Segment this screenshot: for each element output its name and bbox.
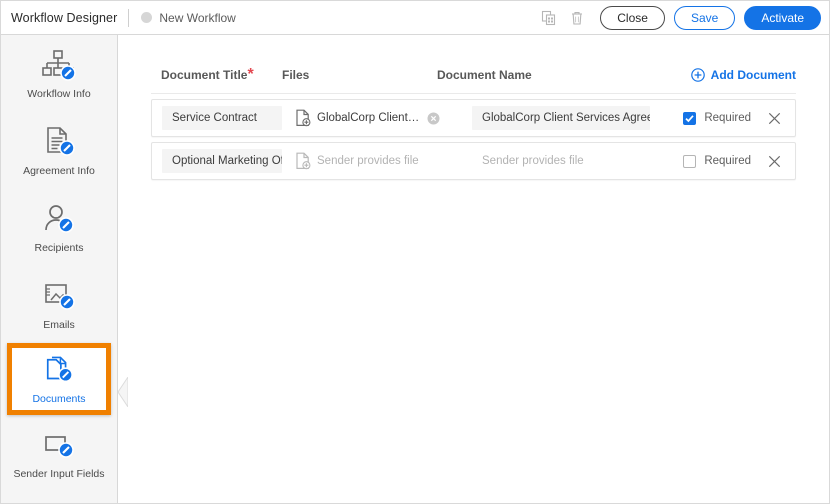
column-header-files: Files: [282, 66, 437, 84]
page-title: Workflow Designer: [11, 10, 118, 25]
sender-input-fields-icon: [42, 427, 76, 461]
sidebar-item-label: Sender Input Fields: [13, 467, 105, 480]
sidebar-item-label: Agreement Info: [23, 164, 95, 177]
document-add-icon[interactable]: [295, 152, 311, 170]
sidebar-item-workflow-info[interactable]: Workflow Info: [1, 35, 117, 112]
column-label: Files: [282, 68, 310, 82]
top-toolbar: Workflow Designer New Workflow Close Sav…: [1, 1, 829, 35]
required-asterisk: *: [247, 66, 254, 83]
add-document-button[interactable]: Add Document: [690, 68, 796, 82]
row-controls: Required: [683, 111, 795, 125]
row-controls: Required: [683, 154, 795, 168]
column-header-document-name: Document Name: [437, 66, 691, 84]
column-label: Document Name: [437, 68, 532, 82]
file-name[interactable]: GlobalCorp Client Servic...: [317, 112, 421, 124]
sidebar-item-recipients[interactable]: Recipients: [1, 189, 117, 266]
sidebar-item-label: Emails: [43, 318, 75, 331]
files-cell: GlobalCorp Client Servic...: [295, 109, 450, 127]
document-name-cell: Sender provides file: [472, 149, 683, 173]
document-title-input[interactable]: Optional Marketing Offer: [162, 149, 282, 173]
trash-icon[interactable]: [566, 7, 588, 29]
required-checkbox[interactable]: [683, 111, 697, 125]
required-checkbox[interactable]: [683, 154, 697, 168]
document-name-input[interactable]: GlobalCorp Client Services Agreement: [472, 106, 650, 130]
add-document-label: Add Document: [710, 68, 796, 82]
sidebar-item-label: Documents: [32, 393, 86, 406]
close-icon[interactable]: [767, 154, 781, 168]
document-name-input[interactable]: Sender provides file: [472, 149, 650, 173]
close-button[interactable]: Close: [600, 5, 665, 30]
sidebar-item-label: Workflow Info: [27, 87, 91, 100]
workflow-name: New Workflow: [159, 10, 236, 25]
required-label: Required: [704, 112, 751, 124]
sidebar-item-emails[interactable]: Emails: [1, 266, 117, 343]
recipients-icon: [42, 201, 76, 235]
header-divider: [128, 8, 130, 27]
add-document-cell: Add Document: [690, 68, 796, 82]
document-name-cell: GlobalCorp Client Services Agreement: [472, 106, 683, 130]
sidebar-item-agreement-info[interactable]: Agreement Info: [1, 112, 117, 189]
workflow-status-dot: [141, 12, 153, 23]
save-button[interactable]: Save: [673, 5, 736, 30]
clear-circle-icon[interactable]: [427, 112, 440, 125]
agreement-info-icon: [42, 124, 76, 158]
plus-circle-icon: [690, 68, 705, 82]
documents-panel: Document Title* Files Document Name Add …: [118, 35, 829, 503]
activate-button[interactable]: Activate: [744, 5, 821, 30]
sidebar-collapse-chevron-left-icon[interactable]: [117, 375, 129, 409]
sidebar-nav: Workflow Info Agreement Info Recipients …: [1, 35, 118, 503]
sidebar-item-label: Recipients: [34, 241, 84, 254]
table-row: Optional Marketing Offer Sender provides…: [151, 142, 796, 180]
file-name-placeholder[interactable]: Sender provides file: [317, 155, 419, 167]
duplicate-icon[interactable]: [538, 7, 560, 29]
document-add-icon[interactable]: [295, 109, 311, 127]
documents-table-header: Document Title* Files Document Name Add …: [151, 57, 796, 94]
column-header-document-title: Document Title*: [151, 66, 282, 84]
sidebar-item-sender-input-fields[interactable]: Sender Input Fields: [1, 415, 117, 492]
table-row: Service Contract GlobalCorp Client Servi…: [151, 99, 796, 137]
close-icon[interactable]: [767, 111, 781, 125]
documents-icon: [42, 352, 76, 386]
files-cell: Sender provides file: [295, 152, 450, 170]
workflow-designer-window: Workflow Designer New Workflow Close Sav…: [0, 0, 830, 504]
column-label: Document Title: [161, 68, 248, 82]
sidebar-item-documents[interactable]: Documents: [7, 343, 111, 415]
emails-icon: [42, 278, 76, 312]
document-title-input[interactable]: Service Contract: [162, 106, 282, 130]
required-label: Required: [704, 155, 751, 167]
workflow-info-icon: [41, 47, 77, 81]
